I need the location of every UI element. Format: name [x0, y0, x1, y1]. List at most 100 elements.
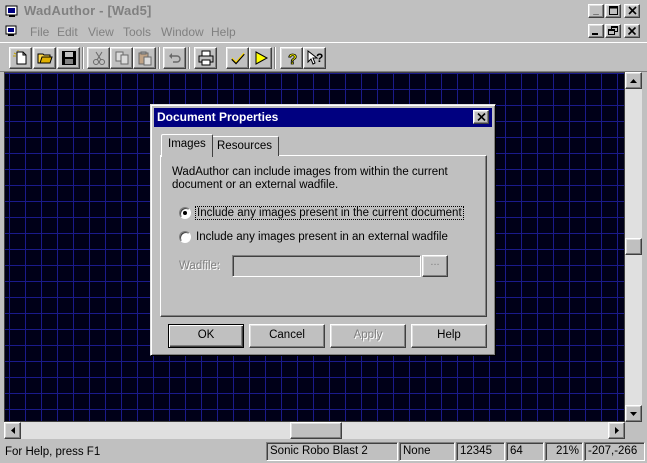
horizontal-scroll-thumb[interactable] — [290, 422, 342, 439]
option-external-label: Include any images present in an externa… — [196, 231, 448, 243]
arrow-left-icon — [10, 427, 15, 434]
check-button[interactable] — [226, 47, 249, 69]
minimize-button[interactable]: _ — [588, 4, 604, 18]
undo-button[interactable] — [163, 47, 186, 69]
context-help-button[interactable]: ? — [303, 47, 326, 69]
help-dialog-button[interactable]: Help — [411, 324, 487, 348]
dialog-close-button[interactable] — [473, 110, 489, 124]
tab-resources-label: Resources — [217, 140, 272, 152]
restore-icon — [608, 26, 618, 35]
dialog-title: Document Properties — [157, 110, 279, 124]
scroll-up-button[interactable] — [625, 72, 642, 89]
option-current-document[interactable]: Include any images present in the curren… — [179, 206, 464, 220]
minimize-icon: _ — [593, 5, 599, 16]
status-game: Sonic Robo Blast 2 — [266, 442, 398, 461]
open-folder-icon — [37, 53, 53, 64]
menu-view[interactable]: View — [88, 25, 114, 39]
run-play-icon — [255, 51, 268, 65]
close-icon — [627, 26, 637, 36]
save-button[interactable] — [57, 47, 80, 69]
scroll-down-button[interactable] — [625, 405, 642, 422]
scroll-right-button[interactable] — [608, 422, 625, 439]
undo-icon — [168, 53, 181, 63]
svg-text:?: ? — [288, 51, 297, 66]
arrow-right-icon — [614, 427, 619, 434]
browse-label: ... — [430, 256, 440, 268]
radio-current-document[interactable] — [179, 207, 191, 219]
close-icon — [476, 113, 486, 121]
toolbar-separator — [82, 47, 84, 69]
status-number1: 12345 — [456, 442, 505, 461]
doc-restore-button[interactable] — [605, 24, 621, 38]
cancel-label: Cancel — [269, 329, 305, 341]
scroll-left-button[interactable] — [4, 422, 21, 439]
cut-scissors-icon — [92, 51, 105, 65]
vertical-scrollbar[interactable] — [625, 72, 642, 422]
toolbar-separator — [188, 47, 190, 69]
option-external-wadfile[interactable]: Include any images present in an externa… — [179, 231, 448, 243]
close-button[interactable] — [624, 4, 640, 18]
context-help-icon: ? — [307, 50, 323, 65]
status-bar: For Help, press F1 Sonic Robo Blast 2 No… — [0, 441, 647, 463]
paste-button[interactable] — [133, 47, 156, 69]
close-icon — [627, 6, 637, 15]
wadfile-label: Wadfile: — [179, 260, 221, 272]
vertical-scroll-thumb[interactable] — [625, 238, 642, 255]
status-number2: 64 — [506, 442, 544, 461]
browse-button[interactable]: ... — [422, 255, 448, 277]
status-zoom: 21% — [545, 442, 583, 461]
arrow-down-icon — [630, 411, 637, 416]
toolbar-separator — [274, 47, 276, 69]
window-title: WadAuthor - [Wad5] — [24, 3, 152, 18]
menu-help[interactable]: Help — [211, 25, 236, 39]
arrow-up-icon — [630, 78, 637, 83]
document-system-icon[interactable] — [5, 25, 19, 38]
toolbar: ? ? — [0, 42, 647, 72]
tab-resources[interactable]: Resources — [210, 136, 279, 156]
tab-images[interactable]: Images — [161, 134, 213, 157]
menu-window[interactable]: Window — [161, 25, 204, 39]
maximize-button[interactable] — [605, 4, 621, 18]
wadfile-input[interactable] — [232, 255, 421, 277]
doc-close-button[interactable] — [624, 24, 640, 38]
option-current-label: Include any images present in the curren… — [195, 206, 464, 220]
doc-minimize-button[interactable] — [588, 24, 604, 38]
new-file-icon — [12, 50, 26, 65]
svg-text:?: ? — [316, 51, 323, 65]
check-icon — [230, 52, 245, 65]
menu-bar: File Edit View Tools Window Help — [0, 22, 647, 41]
apply-label: Apply — [353, 329, 383, 341]
scroll-corner — [625, 422, 642, 439]
help-question-icon: ? — [287, 51, 297, 66]
app-icon — [5, 5, 18, 17]
status-coordinates: -207,-266 — [584, 442, 645, 461]
ok-button[interactable]: OK — [168, 324, 244, 348]
apply-button[interactable]: Apply — [330, 324, 406, 348]
toolbar-separator — [158, 47, 160, 69]
menu-edit[interactable]: Edit — [57, 25, 78, 39]
document-properties-dialog: Document Properties Resources Images Wad… — [150, 104, 496, 356]
status-help-text: For Help, press F1 — [5, 446, 101, 458]
radio-external-wadfile[interactable] — [179, 231, 191, 243]
copy-button[interactable] — [110, 47, 133, 69]
title-bar: WadAuthor - [Wad5] _ — [0, 0, 647, 22]
open-button[interactable] — [33, 47, 56, 69]
paste-icon — [138, 51, 151, 66]
help-label: Help — [437, 329, 461, 341]
cancel-button[interactable]: Cancel — [249, 324, 325, 348]
save-disk-icon — [61, 51, 76, 65]
maximize-icon — [608, 6, 618, 15]
menu-file[interactable]: File — [30, 25, 49, 39]
copy-icon — [115, 51, 128, 65]
run-button[interactable] — [249, 47, 272, 69]
print-button[interactable] — [194, 47, 217, 69]
menu-tools[interactable]: Tools — [123, 25, 151, 39]
horizontal-scrollbar[interactable] — [4, 422, 625, 439]
cut-button[interactable] — [87, 47, 110, 69]
help-button[interactable]: ? — [280, 47, 303, 69]
ok-label: OK — [197, 329, 215, 341]
dialog-title-bar: Document Properties — [154, 108, 492, 127]
new-file-button[interactable] — [9, 47, 32, 69]
tab-images-label: Images — [168, 138, 206, 150]
status-selection: None — [399, 442, 455, 461]
